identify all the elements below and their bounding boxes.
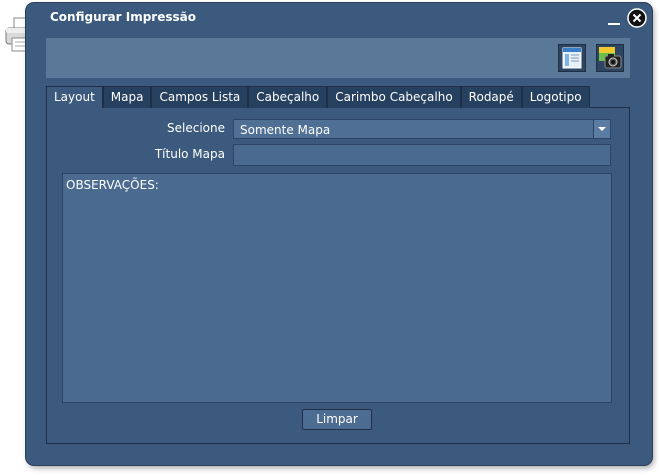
- close-icon: [627, 8, 647, 28]
- tab-bar: Layout Mapa Campos Lista Cabeçalho Carim…: [46, 86, 590, 108]
- selecione-dropdown[interactable]: Somente Mapa: [233, 119, 611, 139]
- minimize-button[interactable]: [608, 20, 620, 25]
- tab-cabecalho[interactable]: Cabeçalho: [248, 86, 328, 108]
- toolbar: [46, 38, 630, 78]
- tab-campos-lista[interactable]: Campos Lista: [151, 86, 249, 108]
- chevron-down-icon[interactable]: [593, 120, 610, 138]
- observacoes-textarea[interactable]: OBSERVAÇÕES:: [62, 173, 612, 403]
- titulo-mapa-input[interactable]: [233, 144, 611, 166]
- limpar-button[interactable]: Limpar: [302, 409, 372, 430]
- titulo-mapa-label: Título Mapa: [154, 147, 225, 161]
- layout-preview-button[interactable]: [558, 44, 586, 72]
- layout-preview-icon: [562, 47, 582, 69]
- camera-snapshot-icon: [599, 47, 622, 69]
- snapshot-button[interactable]: [596, 44, 624, 72]
- tab-mapa[interactable]: Mapa: [102, 86, 152, 108]
- selecione-label: Selecione: [167, 121, 225, 135]
- tab-carimbo-cabecalho[interactable]: Carimbo Cabeçalho: [327, 86, 461, 108]
- tab-rodape[interactable]: Rodapé: [460, 86, 522, 108]
- selecione-value: Somente Mapa: [240, 123, 331, 137]
- window-title: Configurar Impressão: [50, 10, 196, 24]
- close-button[interactable]: [627, 8, 647, 28]
- tab-layout[interactable]: Layout: [46, 86, 103, 108]
- tab-logotipo[interactable]: Logotipo: [521, 86, 590, 108]
